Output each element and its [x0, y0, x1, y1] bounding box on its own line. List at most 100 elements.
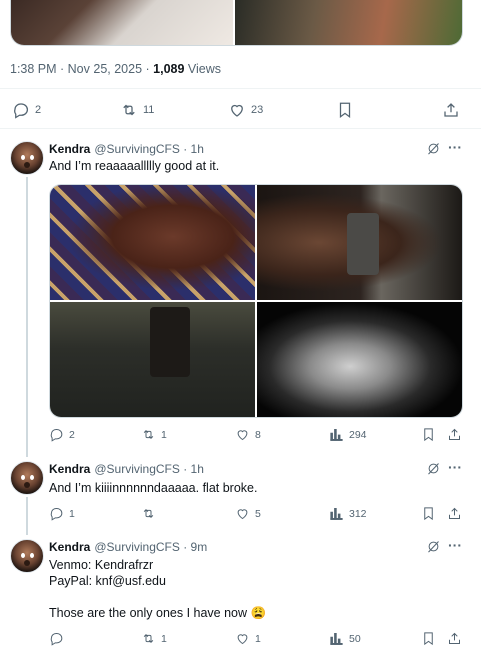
media-image-2[interactable] [235, 0, 462, 45]
views-button[interactable]: 312 [329, 506, 367, 521]
heart-icon [237, 430, 248, 441]
views-icon [330, 508, 343, 520]
media-grid [49, 184, 463, 418]
main-post-actions: 2 11 23 [10, 98, 463, 122]
bookmark-icon [339, 102, 351, 119]
like-button[interactable]: 1 [235, 631, 261, 646]
handle-time[interactable]: @SurvivingCFS · 1h [94, 142, 204, 156]
share-icon [449, 507, 460, 519]
repost-button[interactable]: 1 [141, 631, 167, 646]
reply-button[interactable] [49, 631, 69, 646]
reply-icon [50, 633, 63, 646]
reply-icon [50, 429, 63, 442]
display-name[interactable]: Kendra [49, 142, 90, 156]
post-timestamp: 1:38 PM · Nov 25, 2025 · 1,089 Views [10, 62, 221, 76]
share-button[interactable] [447, 506, 462, 521]
avatar[interactable] [10, 141, 44, 175]
heart-icon [237, 509, 248, 520]
like-button[interactable]: 8 [235, 427, 261, 442]
reply-icon [50, 508, 63, 521]
views-count: 312 [349, 507, 367, 520]
display-name[interactable]: Kendra [49, 540, 90, 554]
repost-icon [143, 634, 154, 643]
bookmark-button[interactable] [421, 427, 436, 442]
share-button[interactable] [447, 427, 462, 442]
share-icon [449, 632, 460, 644]
repost-button[interactable]: 11 [120, 101, 154, 119]
share-button[interactable] [442, 101, 460, 119]
divider [0, 88, 481, 89]
bookmark-button[interactable] [421, 506, 436, 521]
reply-count: 1 [69, 507, 75, 520]
tweet-text-line: Those are the only ones I have now 😩 [49, 606, 267, 620]
more-icon[interactable]: ··· [448, 537, 462, 553]
bookmark-button[interactable] [336, 101, 354, 119]
main-post-media[interactable] [10, 0, 463, 46]
like-count: 23 [251, 104, 264, 116]
repost-icon [143, 430, 154, 439]
grok-icon[interactable] [426, 461, 441, 476]
avatar[interactable] [10, 461, 44, 495]
media-image-1[interactable] [11, 0, 235, 45]
like-button[interactable]: 23 [228, 101, 263, 119]
repost-icon [123, 104, 135, 116]
views-icon [330, 429, 343, 441]
repost-count: 1 [161, 632, 167, 645]
grok-icon[interactable] [426, 141, 441, 156]
repost-button[interactable] [141, 506, 161, 521]
repost-count: 1 [161, 428, 167, 441]
post-time[interactable]: 1:38 PM · Nov 25, 2025 · [10, 62, 153, 76]
bookmark-button[interactable] [421, 631, 436, 646]
reply-actions: 2 1 8 294 [49, 426, 463, 446]
bookmark-icon [424, 428, 433, 442]
repost-button[interactable]: 1 [141, 427, 167, 442]
bookmark-icon [424, 507, 433, 521]
repost-count: 11 [143, 104, 155, 116]
views-button[interactable]: 50 [329, 631, 361, 646]
reply-actions: 1 5 312 [49, 505, 463, 525]
media-image-3[interactable] [50, 302, 255, 417]
bookmark-icon [424, 632, 433, 646]
handle-time[interactable]: @SurvivingCFS · 9m [94, 540, 207, 554]
avatar[interactable] [10, 539, 44, 573]
reply-button[interactable]: 1 [49, 506, 75, 521]
views-icon [330, 633, 343, 645]
display-name[interactable]: Kendra [49, 462, 90, 476]
thread-line [26, 497, 28, 535]
thread-line [26, 177, 28, 457]
reply-actions: 1 1 50 [49, 630, 463, 650]
more-icon[interactable]: ··· [448, 459, 462, 475]
like-count: 5 [255, 507, 261, 520]
like-count: 8 [255, 428, 261, 441]
reply-header: Kendra @SurvivingCFS · 1h [49, 142, 204, 156]
reply-count: 2 [69, 428, 75, 441]
repost-icon [143, 509, 154, 518]
views-button[interactable]: 294 [329, 427, 367, 442]
like-button[interactable]: 5 [235, 506, 261, 521]
reply-header: Kendra @SurvivingCFS · 1h [49, 462, 204, 476]
heart-icon [231, 104, 243, 117]
reply-button[interactable]: 2 [12, 101, 41, 119]
more-icon[interactable]: ··· [448, 139, 462, 155]
reply-count: 2 [35, 104, 42, 116]
share-icon [449, 428, 460, 440]
views-label: Views [184, 62, 222, 76]
views-count: 50 [349, 632, 361, 645]
grok-icon[interactable] [426, 539, 441, 554]
share-icon [444, 103, 458, 117]
like-count: 1 [255, 632, 261, 645]
reply-icon [14, 103, 29, 119]
share-button[interactable] [447, 631, 462, 646]
media-image-2[interactable] [257, 185, 462, 300]
divider [0, 128, 481, 129]
media-image-4[interactable] [257, 302, 462, 417]
views-count: 1,089 [153, 62, 185, 76]
reply-button[interactable]: 2 [49, 427, 75, 442]
tweet-text-line: Venmo: Kendrafrzr [49, 558, 154, 572]
views-count: 294 [349, 428, 367, 441]
tweet-text-line: PayPal: knf@usf.edu [49, 574, 166, 588]
tweet-text: And I’m reaaaaallllly good at it. [49, 159, 220, 173]
handle-time[interactable]: @SurvivingCFS · 1h [94, 462, 204, 476]
media-image-1[interactable] [50, 185, 255, 300]
heart-icon [237, 634, 248, 645]
